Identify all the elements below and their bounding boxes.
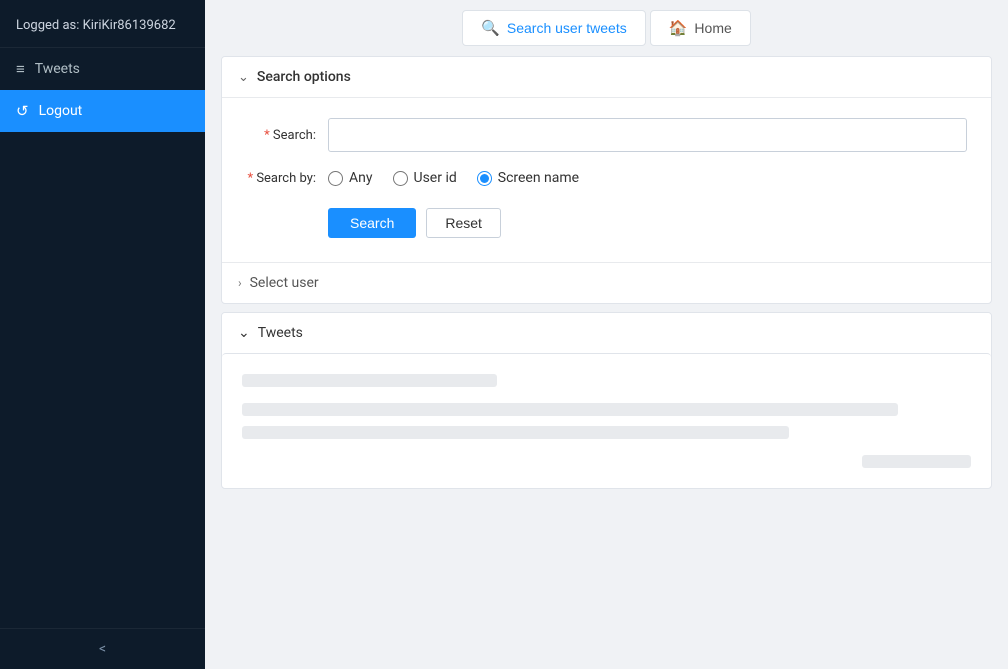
logout-icon: ↺: [16, 102, 29, 120]
radio-screen-name-text: Screen name: [498, 170, 579, 186]
tweets-chevron-icon: ⌄: [238, 325, 250, 341]
tweets-icon: ≡: [16, 60, 25, 78]
radio-any-text: Any: [349, 170, 373, 186]
collapse-icon: <: [99, 641, 106, 657]
search-button[interactable]: Search: [328, 208, 416, 238]
select-user-row[interactable]: › Select user: [222, 263, 991, 303]
search-form: * Search: * Search by: Any: [222, 98, 991, 262]
radio-user-id-text: User id: [414, 170, 457, 186]
radio-screen-name-label[interactable]: Screen name: [477, 170, 579, 186]
tweets-section-header[interactable]: ⌄ Tweets: [222, 313, 991, 353]
search-button-label: Search: [350, 215, 394, 231]
search-options-header[interactable]: ⌄ Search options: [222, 57, 991, 98]
tweets-card: ⌄ Tweets: [221, 312, 992, 489]
radio-any-label[interactable]: Any: [328, 170, 373, 186]
sidebar-collapse-button[interactable]: <: [0, 628, 205, 669]
select-user-label: Select user: [250, 275, 319, 291]
search-topbar-icon: 🔍: [481, 19, 500, 37]
skeleton-line-4: [862, 455, 971, 468]
main-content: 🔍 Search user tweets 🏠 Home ⌄ Search opt…: [205, 0, 1008, 669]
radio-user-id[interactable]: [393, 171, 408, 186]
sidebar-item-tweets[interactable]: ≡ Tweets: [0, 48, 205, 90]
topbar: 🔍 Search user tweets 🏠 Home: [205, 0, 1008, 56]
search-by-label: * Search by:: [246, 171, 316, 186]
sidebar-item-logout-label: Logout: [39, 103, 83, 119]
logged-in-user: Logged as: KiriKir86139682: [0, 0, 205, 48]
search-options-title: Search options: [257, 69, 351, 85]
search-field-label: * Search:: [246, 128, 316, 143]
search-options-chevron-icon: ⌄: [238, 70, 249, 85]
search-input[interactable]: [328, 118, 967, 152]
username-label: Logged as: KiriKir86139682: [16, 18, 176, 33]
home-button[interactable]: 🏠 Home: [650, 10, 751, 46]
reset-button-label: Reset: [445, 215, 482, 231]
sidebar-nav: ≡ Tweets ↺ Logout: [0, 48, 205, 628]
skeleton-line-1: [242, 374, 497, 387]
sidebar: Logged as: KiriKir86139682 ≡ Tweets ↺ Lo…: [0, 0, 205, 669]
search-options-card: ⌄ Search options * Search: * Search b: [221, 56, 992, 304]
reset-button[interactable]: Reset: [426, 208, 501, 238]
search-topbar-label: Search user tweets: [507, 20, 627, 36]
radio-screen-name[interactable]: [477, 171, 492, 186]
home-label: Home: [694, 20, 731, 36]
search-user-tweets-button[interactable]: 🔍 Search user tweets: [462, 10, 646, 46]
skeleton-line-3: [242, 426, 789, 439]
search-input-row: * Search:: [246, 118, 967, 152]
radio-any[interactable]: [328, 171, 343, 186]
home-icon: 🏠: [669, 19, 688, 37]
skeleton-line-2: [242, 403, 898, 416]
search-by-radio-group: Any User id Screen name: [328, 170, 579, 186]
select-user-chevron-icon: ›: [238, 276, 242, 290]
page-content: ⌄ Search options * Search: * Search b: [205, 56, 1008, 669]
search-by-row: * Search by: Any User id: [246, 170, 967, 186]
sidebar-item-logout[interactable]: ↺ Logout: [0, 90, 205, 132]
tweets-section-title: Tweets: [258, 325, 303, 341]
radio-user-id-label[interactable]: User id: [393, 170, 457, 186]
tweets-loading-skeleton: [222, 353, 991, 488]
sidebar-item-tweets-label: Tweets: [35, 61, 80, 77]
form-buttons: Search Reset: [246, 204, 967, 246]
